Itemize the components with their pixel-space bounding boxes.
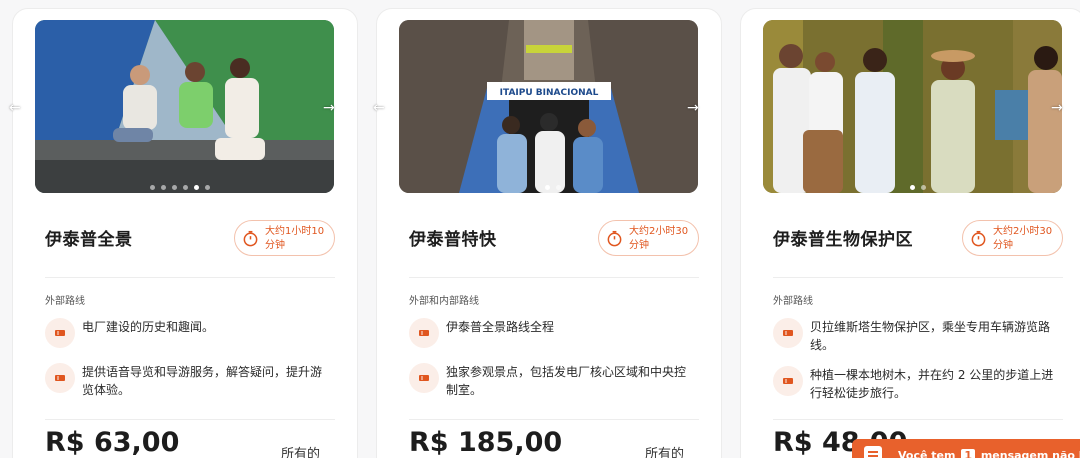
divider	[409, 419, 699, 420]
ticket-icon	[409, 318, 439, 348]
tour-photo[interactable]: ITAIPU BINACIONAL	[399, 20, 698, 193]
divider	[45, 277, 335, 278]
carousel-indicators	[150, 185, 210, 191]
ticket-icon	[773, 366, 803, 396]
tour-title: 伊泰普特快	[409, 230, 497, 250]
tour-card-panorama[interactable]: ← → 伊泰普全景 大约1小时10分钟 外部路线 电厂建设的历史和趣闻。 提供语…	[9, 8, 358, 458]
carousel-dot[interactable]	[556, 185, 561, 190]
chat-icon	[864, 446, 882, 458]
ticket-icon	[409, 363, 439, 393]
carousel-indicators	[910, 185, 926, 191]
carousel-indicators	[545, 185, 561, 191]
stopwatch-icon	[243, 230, 258, 247]
price: R$ 63,00	[45, 427, 180, 458]
divider	[45, 419, 335, 420]
carousel-dot-active[interactable]	[194, 185, 199, 190]
arrow-right-icon[interactable]: →	[323, 101, 337, 115]
duration-badge: 大约2小时30分钟	[962, 220, 1063, 256]
carousel-dot[interactable]	[161, 185, 166, 190]
tour-photo[interactable]	[35, 20, 334, 193]
feature-text: 电厂建设的历史和趣闻。	[82, 320, 215, 334]
carousel-dot[interactable]	[205, 185, 210, 190]
carousel-dot[interactable]	[150, 185, 155, 190]
tour-title: 伊泰普生物保护区	[773, 230, 913, 250]
ticket-icon	[45, 318, 75, 348]
carousel-dot[interactable]	[172, 185, 177, 190]
arrow-right-icon[interactable]: →	[1051, 101, 1065, 115]
divider	[773, 277, 1063, 278]
feature-text: 种植一棵本地树木，并在约 2 公里的步道上进行轻松徒步旅行。	[810, 368, 1054, 400]
arrow-left-icon[interactable]: ←	[9, 101, 23, 115]
tour-title: 伊泰普全景	[45, 230, 133, 250]
duration-badge: 大约2小时30分钟	[598, 220, 699, 256]
price-per-label: 所有的	[645, 447, 685, 458]
feature-text: 伊泰普全景路线全程	[446, 320, 555, 334]
unread-messages-text: Você tem 1 mensagem não lida	[898, 449, 1080, 458]
route-type: 外部路线	[45, 296, 85, 307]
unread-messages-bar[interactable]: Você tem 1 mensagem não lida	[852, 439, 1080, 458]
ticket-icon	[773, 318, 803, 348]
route-type: 外部路线	[773, 296, 813, 307]
feature-text: 独家参观景点，包括发电厂核心区域和中央控制室。	[446, 365, 687, 397]
ticket-icon	[45, 363, 75, 393]
sign-text: ITAIPU BINACIONAL	[500, 88, 599, 98]
duration-text: 大约1小时10分钟	[265, 226, 325, 251]
carousel-dot[interactable]	[183, 185, 188, 190]
arrow-left-icon[interactable]: ←	[373, 101, 387, 115]
arrow-right-icon[interactable]: →	[687, 101, 701, 115]
feature-text: 提供语音导览和导游服务，解答疑问，提升游览体验。	[82, 365, 323, 397]
carousel-dot-active[interactable]	[545, 185, 550, 190]
divider	[773, 419, 1063, 420]
tour-photo[interactable]	[763, 20, 1062, 193]
carousel-dot[interactable]	[921, 185, 926, 190]
unread-count-badge: 1	[961, 449, 975, 458]
feature-text: 贝拉维斯塔生物保护区，乘坐专用车辆游览路线。	[810, 320, 1051, 352]
route-type: 外部和内部路线	[409, 296, 479, 307]
stopwatch-icon	[607, 230, 622, 247]
duration-badge: 大约1小时10分钟	[234, 220, 335, 256]
price-per-label: 所有的	[281, 447, 321, 458]
tour-card-express[interactable]: ITAIPU BINACIONAL ← → 伊泰普特快 大约2小时30分钟 外部…	[373, 8, 722, 458]
divider	[409, 277, 699, 278]
duration-text: 大约2小时30分钟	[629, 226, 689, 251]
tour-card-biological-reserve[interactable]: → 伊泰普生物保护区 大约2小时30分钟 外部路线 贝拉维斯塔生物保护区，乘坐专…	[740, 8, 1080, 458]
carousel-dot-active[interactable]	[910, 185, 915, 190]
price: R$ 185,00	[409, 427, 563, 458]
stopwatch-icon	[971, 230, 986, 247]
duration-text: 大约2小时30分钟	[993, 226, 1053, 251]
